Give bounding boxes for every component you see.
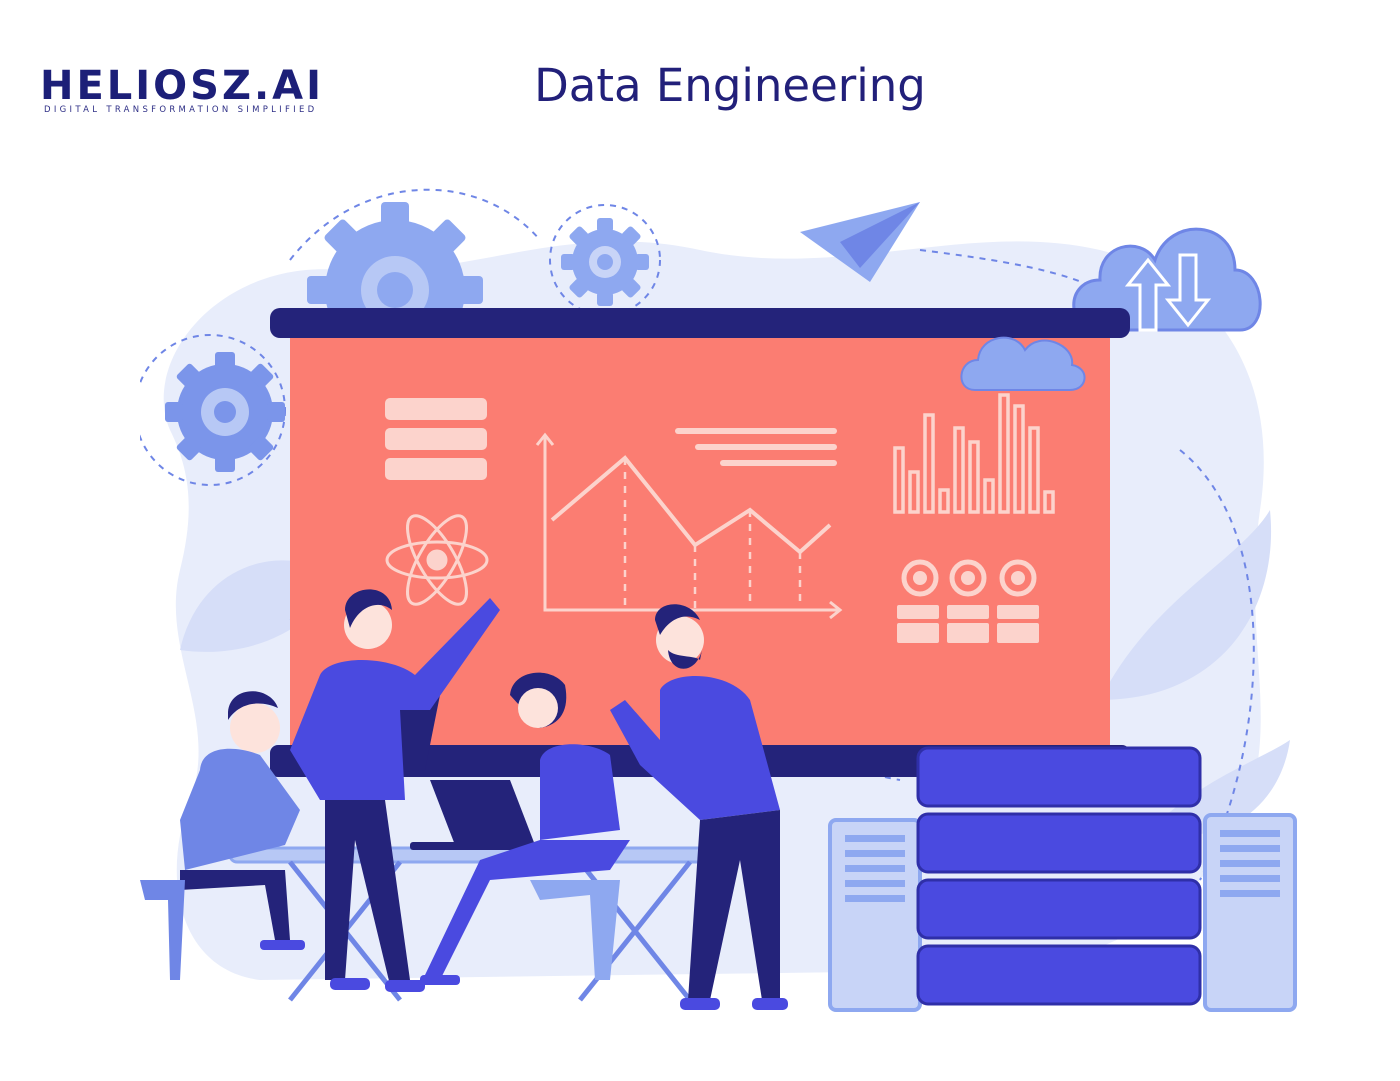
- brand-tagline: DIGITAL TRANSFORMATION SIMPLIFIED: [44, 105, 318, 115]
- server-icon: [1203, 813, 1297, 1012]
- database-icon: [385, 398, 487, 480]
- gear-icon: [165, 352, 285, 472]
- brand-name: HELIOSZ.AI: [40, 63, 325, 109]
- page-title: Data Engineering: [534, 59, 926, 112]
- gear-icon: [561, 218, 649, 306]
- data-engineering-illustration: [140, 188, 1297, 1012]
- brand-logo: HELIOSZ.AI DIGITAL TRANSFORMATION SIMPLI…: [36, 62, 336, 122]
- server-icon: [828, 818, 922, 1012]
